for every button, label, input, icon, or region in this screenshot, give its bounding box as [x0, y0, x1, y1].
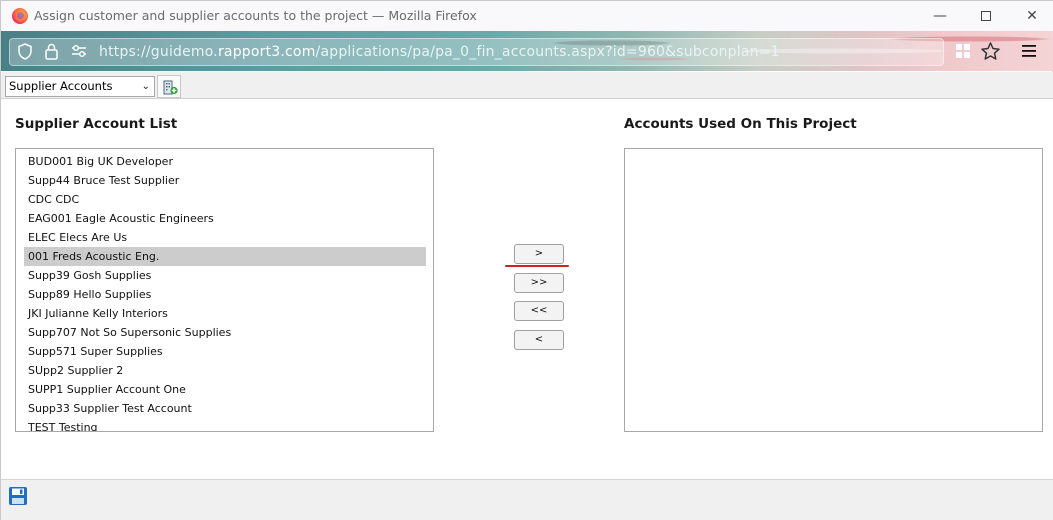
extensions-grid-icon[interactable] — [955, 43, 971, 59]
url-prefix: https://guidemo. — [99, 44, 218, 60]
list-item[interactable]: JKI Julianne Kelly Interiors — [24, 304, 426, 323]
lock-icon[interactable] — [45, 43, 58, 60]
firefox-logo-icon — [12, 8, 28, 24]
list-item[interactable]: TEST Testing — [24, 418, 426, 431]
url-domain: rapport3.com — [217, 44, 316, 60]
permissions-icon[interactable] — [71, 44, 87, 58]
browser-window: Assign customer and supplier accounts to… — [0, 0, 1053, 520]
title-bar: Assign customer and supplier accounts to… — [1, 1, 1053, 31]
supplier-account-list-heading: Supplier Account List — [15, 116, 178, 132]
save-icon[interactable] — [8, 486, 28, 506]
add-selected-button[interactable]: > — [514, 244, 564, 264]
list-item[interactable]: Supp707 Not So Supersonic Supplies — [24, 323, 426, 342]
chevron-down-icon: ⌄ — [141, 81, 150, 92]
add-building-icon — [163, 80, 178, 95]
list-item[interactable]: BUD001 Big UK Developer — [24, 152, 426, 171]
list-item[interactable]: Supp39 Gosh Supplies — [24, 266, 426, 285]
url-path: /applications/pa/pa_0_fin_accounts.aspx?… — [315, 44, 780, 60]
bookmark-star-icon[interactable] — [981, 42, 1000, 60]
hamburger-menu-icon[interactable] — [1022, 45, 1036, 57]
add-account-button[interactable] — [157, 75, 181, 98]
list-item[interactable]: ELEC Elecs Are Us — [24, 228, 426, 247]
list-item-selected[interactable]: 001 Freds Acoustic Eng. — [24, 247, 426, 266]
list-item[interactable]: Supp89 Hello Supplies — [24, 285, 426, 304]
window-title: Assign customer and supplier accounts to… — [34, 8, 477, 23]
minimize-button[interactable]: — — [917, 1, 963, 31]
url-text[interactable]: https://guidemo.rapport3.com/application… — [99, 44, 780, 60]
close-window-button[interactable]: ✕ — [1009, 1, 1053, 31]
accounts-used-heading: Accounts Used On This Project — [624, 116, 857, 132]
list-item[interactable]: SUPP1 Supplier Account One — [24, 380, 426, 399]
accounts-used-listbox[interactable] — [624, 148, 1043, 432]
shield-icon[interactable] — [18, 43, 32, 60]
maximize-button[interactable] — [963, 1, 1009, 31]
annotation-underline — [505, 265, 569, 267]
remove-all-button[interactable]: << — [514, 301, 564, 321]
supplier-account-listbox[interactable]: BUD001 Big UK Developer Supp44 Bruce Tes… — [15, 148, 434, 432]
remove-selected-button[interactable]: < — [514, 330, 564, 350]
account-type-selected-value: Supplier Accounts — [9, 79, 113, 93]
list-item[interactable]: CDC CDC — [24, 190, 426, 209]
list-item[interactable]: Supp33 Supplier Test Account — [24, 399, 426, 418]
list-item[interactable]: SUpp2 Supplier 2 — [24, 361, 426, 380]
maximize-icon — [981, 11, 991, 21]
add-all-button[interactable]: >> — [514, 273, 564, 293]
list-item[interactable]: Supp571 Super Supplies — [24, 342, 426, 361]
list-item[interactable]: EAG001 Eagle Acoustic Engineers — [24, 209, 426, 228]
account-type-select[interactable]: Supplier Accounts ⌄ — [5, 76, 155, 97]
list-item[interactable]: Supp44 Bruce Test Supplier — [24, 171, 426, 190]
footer-bar — [1, 479, 1053, 520]
